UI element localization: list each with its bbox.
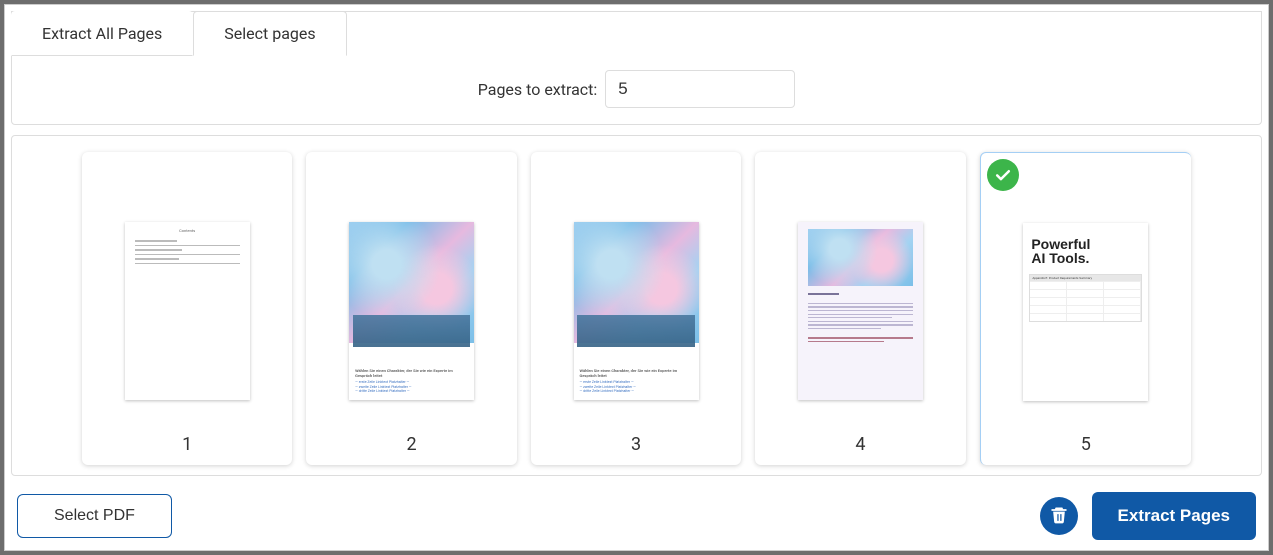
page-preview [763,160,957,426]
page-number: 5 [1081,426,1091,455]
trash-icon [1049,505,1069,528]
page-mini-5: PowerfulAI Tools. Appendix E: Product Re… [1023,223,1148,401]
page-preview: PowerfulAI Tools. Appendix E: Product Re… [989,161,1183,426]
pages-to-extract-label: Pages to extract: [478,80,598,99]
page-preview: Wählen Sie einen Charakter, der Sie wie … [539,160,733,426]
app-root: Extract All Pages Select pages Pages to … [4,4,1269,551]
page-number: 4 [855,426,865,455]
page-thumbnail[interactable]: 4 [755,152,965,465]
extract-pages-button[interactable]: Extract Pages [1092,492,1256,540]
page-preview: Wählen Sie einen Charakter, der Sie wie … [314,160,508,426]
page-mini-4 [798,222,923,400]
tab-select-pages[interactable]: Select pages [193,11,346,56]
page-preview: Contents [90,160,284,426]
page-thumbnail[interactable]: Wählen Sie einen Charakter, der Sie wie … [306,152,516,465]
button-label: Extract Pages [1118,506,1230,525]
select-pdf-button[interactable]: Select PDF [17,494,172,538]
page-mini-2: Wählen Sie einen Charakter, der Sie wie … [349,222,474,400]
button-label: Select PDF [54,507,135,524]
delete-button[interactable] [1040,497,1078,535]
page-thumbnail[interactable]: Wählen Sie einen Charakter, der Sie wie … [531,152,741,465]
pages-to-extract-row: Pages to extract: [12,56,1261,112]
tab-label: Extract All Pages [42,24,162,43]
page-number: 2 [407,426,417,455]
tab-extract-all[interactable]: Extract All Pages [11,11,193,56]
page-thumbnail[interactable]: Contents 1 [82,152,292,465]
tab-panel: Extract All Pages Select pages Pages to … [11,11,1262,125]
pages-to-extract-input[interactable] [605,70,795,108]
thumbnails-panel: Contents 1 [11,135,1262,476]
bottom-bar: Select PDF Extract Pages [11,486,1262,544]
page-number: 3 [631,426,641,455]
page-mini-3: Wählen Sie einen Charakter, der Sie wie … [574,222,699,400]
selected-check-icon [987,159,1019,191]
tab-strip: Extract All Pages Select pages [11,11,1261,56]
tab-label: Select pages [224,24,315,43]
page-number: 1 [182,426,192,455]
page-mini-1: Contents [125,222,250,400]
page-thumbnail[interactable]: PowerfulAI Tools. Appendix E: Product Re… [980,152,1191,465]
